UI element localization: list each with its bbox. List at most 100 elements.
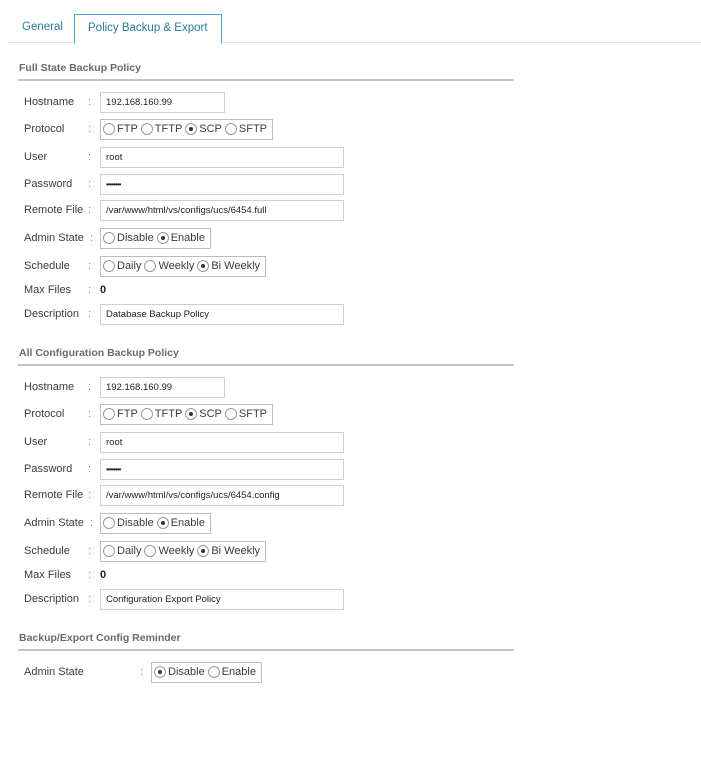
- section-title-all-config: All Configuration Backup Policy: [19, 347, 179, 359]
- full-user-row: User : root: [24, 146, 344, 168]
- full-remote-file-input[interactable]: /var/www/html/vs/configs/ucs/6454.full: [100, 199, 344, 221]
- radio-option-label: Disable: [117, 232, 154, 244]
- full-max-files-value: 0: [100, 284, 107, 296]
- radio-option-bi-weekly[interactable]: Bi Weekly: [197, 260, 260, 272]
- colon: :: [88, 151, 92, 163]
- radio-option-label: Disable: [168, 666, 205, 678]
- radio-option-label: Bi Weekly: [211, 545, 261, 557]
- radio-option-label: Daily: [117, 545, 142, 557]
- full-max-files-row: Max Files : 0: [24, 279, 106, 301]
- user-label: User: [24, 151, 48, 163]
- radio-option-sftp[interactable]: SFTP: [224, 123, 267, 135]
- radio-option-label: Disable: [117, 517, 154, 529]
- radio-unselected-icon[interactable]: [103, 545, 115, 557]
- radio-option-enable[interactable]: Enable: [156, 232, 205, 244]
- reminder-admin-state-row: Admin State : Disable Enable: [24, 661, 262, 683]
- remote-file-label: Remote File: [24, 204, 84, 216]
- cfg-hostname-input[interactable]: 192.168.160.99: [100, 376, 225, 398]
- colon: :: [88, 123, 92, 135]
- radio-selected-icon[interactable]: [156, 232, 169, 244]
- tab-general[interactable]: General: [22, 14, 63, 43]
- colon: :: [88, 260, 92, 272]
- cfg-protocol-row: Protocol : FTP TFTP SCP SFTP: [24, 403, 274, 425]
- radio-option-tftp[interactable]: TFTP: [140, 408, 182, 420]
- radio-option-daily[interactable]: Daily: [103, 545, 141, 557]
- radio-unselected-icon[interactable]: [140, 408, 153, 420]
- colon: :: [88, 178, 92, 190]
- radio-option-disable[interactable]: Disable: [103, 517, 154, 529]
- full-user-input[interactable]: root: [100, 146, 344, 168]
- admin-state-label: Admin State: [24, 517, 84, 529]
- radio-option-ftp[interactable]: FTP: [103, 408, 138, 420]
- radio-unselected-icon[interactable]: [103, 260, 115, 272]
- cfg-schedule-row: Schedule : Daily Weekly Bi Weekly: [24, 540, 267, 562]
- full-schedule-row: Schedule : Daily Weekly Bi Weekly: [24, 255, 267, 277]
- radio-selected-icon[interactable]: [185, 408, 198, 420]
- password-label: Password: [24, 463, 73, 475]
- radio-unselected-icon[interactable]: [207, 666, 220, 678]
- radio-option-weekly[interactable]: Weekly: [144, 260, 194, 272]
- cfg-password-row: Password : ••••••••: [24, 458, 344, 480]
- radio-unselected-icon[interactable]: [103, 123, 115, 135]
- cfg-user-input[interactable]: root: [100, 431, 344, 453]
- colon: :: [88, 545, 92, 557]
- cfg-user-row: User : root: [24, 431, 344, 453]
- max-files-label: Max Files: [24, 569, 72, 581]
- radio-option-label: FTP: [117, 123, 138, 135]
- colon: :: [88, 308, 92, 320]
- full-hostname-input[interactable]: 192.168.160.99: [100, 91, 225, 113]
- cfg-password-input[interactable]: ••••••••: [100, 458, 344, 480]
- radio-unselected-icon[interactable]: [144, 260, 157, 272]
- radio-option-label: FTP: [117, 408, 138, 420]
- colon: :: [140, 666, 144, 678]
- radio-option-disable[interactable]: Disable: [154, 666, 205, 678]
- radio-option-scp[interactable]: SCP: [185, 123, 222, 135]
- full-admin-state-radio-group: Disable Enable: [100, 227, 211, 249]
- full-description-input[interactable]: Database Backup Policy: [100, 303, 344, 325]
- radio-unselected-icon[interactable]: [224, 408, 237, 420]
- cfg-description-input[interactable]: Configuration Export Policy: [100, 588, 344, 610]
- colon: :: [88, 204, 92, 216]
- cfg-hostname-row: Hostname : 192.168.160.99: [24, 376, 225, 398]
- radio-option-ftp[interactable]: FTP: [103, 123, 138, 135]
- radio-option-label: Bi Weekly: [211, 260, 261, 272]
- radio-option-daily[interactable]: Daily: [103, 260, 141, 272]
- radio-selected-icon[interactable]: [154, 666, 166, 678]
- radio-selected-icon[interactable]: [197, 260, 210, 272]
- password-label: Password: [24, 178, 73, 190]
- section-divider: [18, 364, 514, 366]
- radio-option-scp[interactable]: SCP: [185, 408, 222, 420]
- radio-selected-icon[interactable]: [185, 123, 198, 135]
- radio-option-disable[interactable]: Disable: [103, 232, 154, 244]
- radio-option-weekly[interactable]: Weekly: [144, 545, 194, 557]
- full-remote-file-row: Remote File : /var/www/html/vs/configs/u…: [24, 199, 344, 221]
- radio-unselected-icon[interactable]: [224, 123, 237, 135]
- radio-unselected-icon[interactable]: [144, 545, 157, 557]
- colon: :: [88, 593, 92, 605]
- radio-option-enable[interactable]: Enable: [156, 517, 205, 529]
- radio-option-bi-weekly[interactable]: Bi Weekly: [197, 545, 260, 557]
- radio-option-sftp[interactable]: SFTP: [224, 408, 267, 420]
- radio-unselected-icon[interactable]: [103, 232, 115, 244]
- radio-unselected-icon[interactable]: [103, 408, 115, 420]
- cfg-description-row: Description : Configuration Export Polic…: [24, 588, 344, 610]
- section-title-reminder: Backup/Export Config Reminder: [19, 632, 181, 644]
- full-password-input[interactable]: ••••••••: [100, 173, 344, 195]
- radio-selected-icon[interactable]: [197, 545, 210, 557]
- radio-selected-icon[interactable]: [156, 517, 169, 529]
- radio-unselected-icon[interactable]: [140, 123, 153, 135]
- radio-unselected-icon[interactable]: [103, 517, 115, 529]
- user-label: User: [24, 436, 48, 448]
- radio-option-enable[interactable]: Enable: [207, 666, 256, 678]
- radio-option-tftp[interactable]: TFTP: [140, 123, 182, 135]
- radio-option-label: Weekly: [158, 545, 195, 557]
- colon: :: [88, 96, 92, 108]
- full-protocol-radio-group: FTP TFTP SCP SFTP: [100, 118, 274, 140]
- colon: :: [88, 381, 92, 393]
- cfg-remote-file-input[interactable]: /var/www/html/vs/configs/ucs/6454.config: [100, 484, 344, 506]
- remote-file-label: Remote File: [24, 489, 84, 501]
- colon: :: [90, 517, 94, 529]
- section-title-full-state: Full State Backup Policy: [19, 62, 141, 74]
- cfg-schedule-radio-group: Daily Weekly Bi Weekly: [100, 540, 267, 562]
- tab-policy-backup-export[interactable]: Policy Backup & Export: [74, 14, 222, 44]
